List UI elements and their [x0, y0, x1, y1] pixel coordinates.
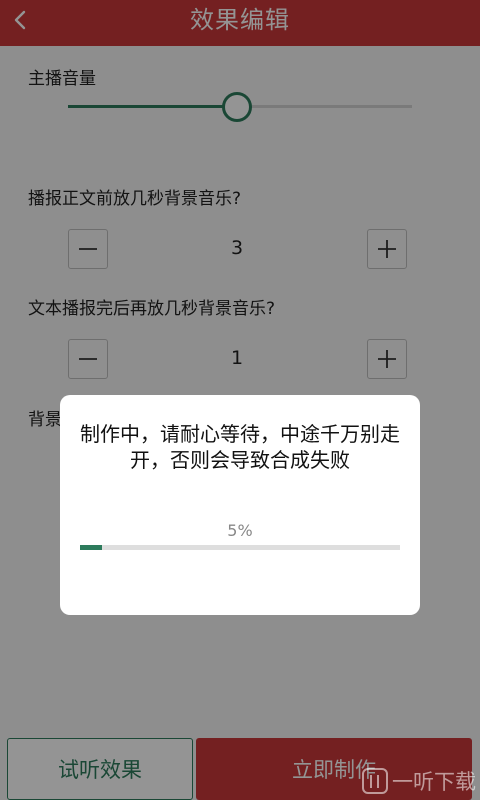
watermark-text: 一听下载: [392, 770, 476, 794]
effect-edit-screen: 效果编辑 主播音量 播报正文前放几秒背景音乐? 3 文本播报完后再放几秒背景音乐…: [0, 0, 480, 800]
progress-bar: [80, 545, 400, 550]
watermark: 一听下载: [362, 762, 480, 800]
progress-percent: 5%: [227, 521, 253, 540]
modal-overlay: 制作中，请耐心等待，中途千万别走开，否则会导致合成失败 5%: [0, 0, 480, 800]
progress-dialog-message: 制作中，请耐心等待，中途千万别走开，否则会导致合成失败: [80, 422, 400, 472]
watermark-logo-icon: [362, 768, 388, 794]
progress-bar-fill: [80, 545, 103, 550]
progress-dialog: 制作中，请耐心等待，中途千万别走开，否则会导致合成失败 5%: [60, 395, 420, 615]
